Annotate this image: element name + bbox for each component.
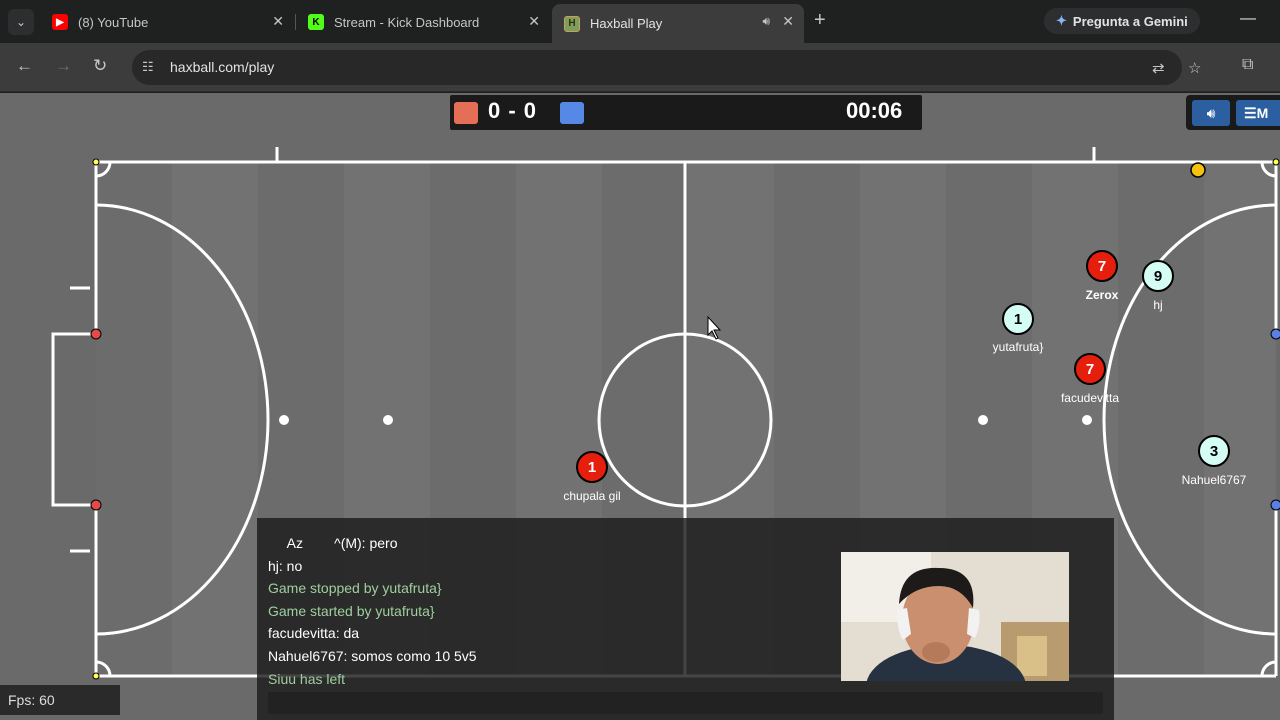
tab-search-button[interactable]: ⌄ xyxy=(8,9,34,35)
tab-title: Haxball Play xyxy=(590,16,663,31)
ball xyxy=(1190,162,1206,178)
browser-tab-bar: ⌄ ▶ (8) YouTube ✕ K Stream - Kick Dashbo… xyxy=(0,0,1280,43)
chat-line: Game started by yutafruta} xyxy=(268,603,435,619)
player-disc: 3 xyxy=(1198,435,1230,467)
chat-line: Nahuel6767: somos como 10 5v5 xyxy=(268,648,477,664)
extensions-icon[interactable]: ⧉ xyxy=(1242,56,1253,74)
chat-line: hj: no xyxy=(268,558,303,574)
reload-icon[interactable]: ↻ xyxy=(93,56,107,76)
new-tab-button[interactable]: + xyxy=(814,10,826,30)
tab-title: Stream - Kick Dashboard xyxy=(334,14,480,30)
player-disc: 9 xyxy=(1142,260,1174,292)
red-team-square xyxy=(454,102,478,124)
tab-kick[interactable]: K Stream - Kick Dashboard ✕ xyxy=(296,6,550,38)
player-name: chupala gil xyxy=(563,489,621,503)
player-name: hj xyxy=(1153,298,1163,312)
translate-icon[interactable]: ⇄ xyxy=(1152,59,1165,77)
tab-title: (8) YouTube xyxy=(78,14,149,30)
player-name: Nahuel6767 xyxy=(1181,473,1247,487)
player-disc: 7 xyxy=(1086,250,1118,282)
close-icon[interactable]: ✕ xyxy=(782,13,794,30)
gemini-button[interactable]: ✦ Pregunta a Gemini xyxy=(1044,8,1200,34)
speaker-icon[interactable]: 🔊︎ xyxy=(762,14,770,29)
forward-icon[interactable]: → xyxy=(55,56,72,76)
browser-toolbar: ← → ↻ ☷ haxball.com/play ⇄ ☆ xyxy=(0,43,1280,92)
player-disc: 1 xyxy=(576,451,608,483)
chat-line: Siuu has left xyxy=(268,671,346,687)
player-name: yutafruta} xyxy=(992,340,1044,354)
score: 0 - 0 xyxy=(488,98,538,123)
menu-button[interactable]: ☰M xyxy=(1236,100,1280,126)
tab-haxball[interactable]: H Haxball Play 🔊︎ ✕ xyxy=(552,4,804,43)
bookmark-star-icon[interactable]: ☆ xyxy=(1188,59,1201,77)
blue-team-square xyxy=(560,102,584,124)
address-bar[interactable]: ☷ haxball.com/play ⇄ ☆ xyxy=(132,50,1201,85)
hamburger-icon: ☰ xyxy=(1244,105,1257,121)
player-disc: 7 xyxy=(1074,353,1106,385)
player-disc: 1 xyxy=(1002,303,1034,335)
chat-line: Az ^(M): pero xyxy=(268,535,398,551)
fps-counter: Fps: 60 xyxy=(0,685,120,715)
url-text: haxball.com/play xyxy=(170,59,275,75)
chat-line: Game stopped by yutafruta} xyxy=(268,580,442,596)
minimize-icon[interactable]: — xyxy=(1240,10,1256,28)
speaker-icon: 🔊︎ xyxy=(1206,104,1216,121)
game-controls: 🔊︎ ☰M xyxy=(1186,95,1280,130)
site-info-icon[interactable]: ☷ xyxy=(142,59,154,75)
close-icon[interactable]: ✕ xyxy=(528,13,540,30)
close-icon[interactable]: ✕ xyxy=(272,13,284,30)
youtube-icon: ▶ xyxy=(52,14,68,30)
player-name: facudevitta xyxy=(1060,391,1120,405)
haxball-icon: H xyxy=(564,15,580,32)
tab-youtube[interactable]: ▶ (8) YouTube ✕ xyxy=(40,6,294,38)
back-icon[interactable]: ← xyxy=(16,56,33,76)
chat-line: facudevitta: da xyxy=(268,625,360,641)
game-timer: 00:06 xyxy=(846,98,903,123)
chat-input[interactable] xyxy=(268,692,1103,714)
volume-button[interactable]: 🔊︎ xyxy=(1192,100,1230,126)
gemini-label: Pregunta a Gemini xyxy=(1072,13,1188,29)
gemini-sparkle-icon: ✦ xyxy=(1056,13,1067,28)
kick-icon: K xyxy=(308,14,324,30)
haxball-game-area[interactable]: 0 - 0 00:06 🔊︎ ☰M 1 chupala gil 7 Zerox … xyxy=(0,93,1280,720)
chevron-down-icon: ⌄ xyxy=(15,15,27,29)
webcam-overlay xyxy=(841,552,1069,681)
